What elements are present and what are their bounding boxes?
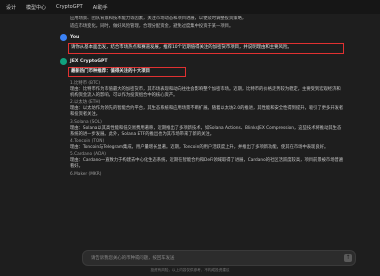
user-name: You	[70, 35, 80, 41]
nav-item-cryptogpt[interactable]: CryptoGPT	[56, 4, 83, 10]
top-nav: 设计 模型中心 CryptoGPT AI助手	[0, 0, 380, 14]
recommendation-item: 6.Maker (MKR)	[6, 172, 374, 178]
item-body: 理由：以太坊作为领先的智能合约平台，其生态系统和应用场景不断扩展。随着以太坊2.…	[70, 106, 344, 118]
user-header: You	[6, 34, 374, 42]
arrow-up-icon: ↑	[345, 254, 351, 261]
answer-heading: 最新热门币种推荐：值得关注的十大项目	[68, 66, 186, 77]
nav-item-ai-assistant[interactable]: AI助手	[93, 4, 108, 11]
recommendation-item: 4.Toncoin (TON) 理由：Toncoin与Telegram集成，用户…	[6, 139, 374, 151]
message-input[interactable]	[83, 254, 344, 262]
bot-header: JEX CryptoGPT	[6, 57, 374, 65]
nav-item-design[interactable]: 设计	[6, 4, 16, 11]
recommendation-item: 5.Cardano (ADA) 理由：Cardano一直致力于构建去中心化生态系…	[6, 152, 374, 170]
bot-avatar	[60, 57, 67, 65]
disclaimer-text: 投资有风险，以上内容仅供参考，不构成投资建议	[150, 268, 230, 272]
recommendation-item: 3.Solana (SOL) 理由：Solana以其高性能和低交易费用著称，近期…	[6, 120, 374, 138]
previous-message-line: 适应市场变化。同时，做好风险管理，合理分配资金，避免过度集中投资于某一项目。	[70, 24, 234, 30]
item-body: 理由：Toncoin与Telegram集成，用户量增长显著。近期，Toncoin…	[70, 145, 329, 151]
item-body: 理由：比特币作为市值最大的加密货币，其市场表现和动向往往会影响整个加密市场。近期…	[70, 86, 341, 99]
previous-message-line: 应用场景、团队背景和技术能力等因素，关注市场动态和项目进展，以便及时调整投资策略…	[70, 16, 247, 21]
message-input-bar: ↑	[82, 250, 356, 266]
item-title: 6.Maker (MKR)	[70, 171, 102, 177]
item-body: 理由：Cardano一直致力于构建去中心化生态系统，近期在智能合约和DeFi领域…	[70, 158, 344, 170]
send-button[interactable]: ↑	[344, 254, 352, 262]
bot-name: JEX CryptoGPT	[70, 58, 108, 64]
recommendation-item: 2.以太坊 (ETH) 理由：以太坊作为领先的智能合约平台，其生态系统和应用场景…	[6, 100, 374, 118]
chat-transcript: 应用场景、团队背景和技术能力等因素，关注市场动态和项目进展，以便及时调整投资策略…	[6, 16, 374, 244]
user-message: 请你从基本面出发，结合市场热点和赛道发展，推荐10个近期值得关注的加密货币项目，…	[68, 43, 344, 54]
nav-item-model-center[interactable]: 模型中心	[26, 4, 46, 11]
recommendation-item: 1.比特币 (BTC) 理由：比特币作为市值最大的加密货币，其市场表现和动向往往…	[6, 81, 374, 99]
item-body: 理由：Solana以其高性能和低交易费用著称，近期推出了多项新技术，如Solan…	[70, 125, 342, 137]
user-avatar	[60, 34, 67, 42]
